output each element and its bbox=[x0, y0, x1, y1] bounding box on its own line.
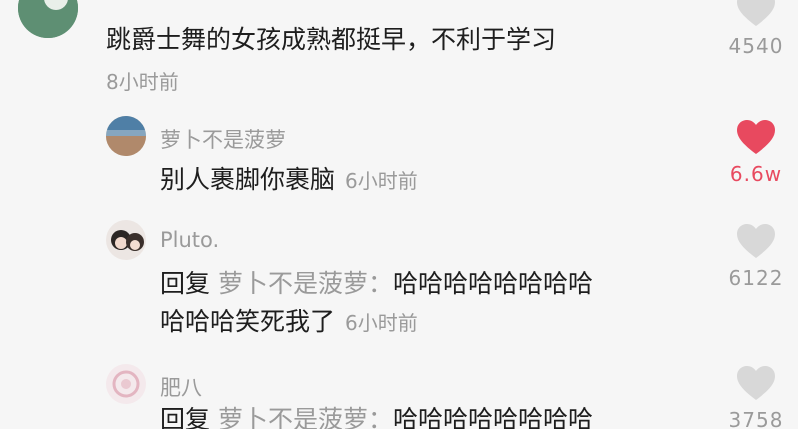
avatar[interactable] bbox=[18, 0, 78, 38]
avatar[interactable] bbox=[106, 116, 146, 156]
reply-label: 回复 bbox=[160, 269, 211, 298]
avatar-image bbox=[106, 220, 146, 260]
avatar-image bbox=[18, 0, 78, 38]
comment-list: 跳爵士舞的女孩成熟都挺早，不利于学习 8小时前 4540 萝卜不是菠萝 别人裹脚… bbox=[0, 0, 798, 429]
heart-outline-icon bbox=[737, 224, 775, 258]
heart-outline-icon bbox=[737, 0, 775, 26]
heart-filled-icon bbox=[737, 120, 775, 154]
comment-text: 跳爵士舞的女孩成熟都挺早，不利于学习 bbox=[106, 25, 557, 54]
comment-timestamp: 8小时前 bbox=[106, 70, 179, 94]
comment-username[interactable]: Pluto. bbox=[160, 228, 219, 252]
avatar-image bbox=[106, 116, 146, 156]
heart-outline-icon bbox=[737, 366, 775, 400]
like-button[interactable]: 3758 bbox=[716, 364, 796, 429]
avatar[interactable] bbox=[106, 364, 146, 404]
avatar-image bbox=[106, 364, 146, 404]
comment-body-line1: 哈哈哈哈哈哈哈哈 bbox=[392, 269, 593, 298]
comment-text: 别人裹脚你裹脑 6小时前 bbox=[160, 158, 418, 203]
comment-timestamp: 6小时前 bbox=[345, 311, 418, 335]
reply-label: 回复 bbox=[160, 405, 211, 429]
reply-target-username[interactable]: 萝卜不是菠萝： bbox=[218, 405, 393, 429]
comment-body-line1: 哈哈哈哈哈哈哈哈 bbox=[392, 405, 593, 429]
reply-target-username[interactable]: 萝卜不是菠萝： bbox=[218, 269, 393, 298]
comment-body-line2: 哈哈哈笑死我了 bbox=[160, 307, 336, 336]
like-button[interactable]: 6122 bbox=[716, 222, 796, 290]
like-count: 4540 bbox=[728, 34, 784, 58]
comment-body: 别人裹脚你裹脑 bbox=[160, 165, 336, 194]
like-button[interactable]: 4540 bbox=[716, 0, 796, 58]
avatar[interactable] bbox=[106, 220, 146, 260]
like-count: 6122 bbox=[728, 266, 784, 290]
like-count: 3758 bbox=[728, 408, 784, 429]
like-button[interactable]: 6.6w bbox=[716, 118, 796, 186]
comment-text: 回复 萝卜不是菠萝：哈哈哈哈哈哈哈哈 bbox=[160, 398, 593, 429]
comment-username[interactable]: 萝卜不是菠萝 bbox=[160, 124, 286, 154]
like-count: 6.6w bbox=[729, 162, 783, 186]
comment-text: 哈哈哈笑死我了 6小时前 bbox=[160, 300, 418, 345]
comment-timestamp: 6小时前 bbox=[345, 169, 418, 193]
